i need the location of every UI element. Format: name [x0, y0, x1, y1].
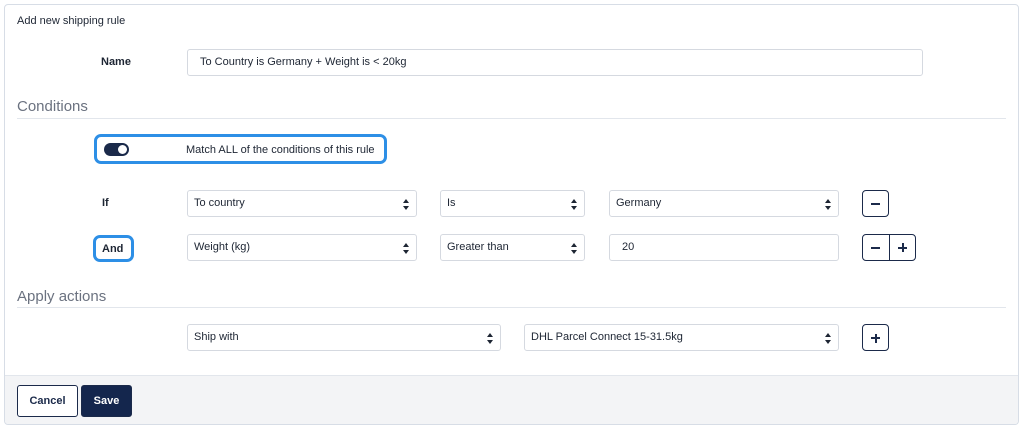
condition-value-text: Germany	[616, 197, 662, 209]
name-label: Name	[101, 56, 131, 68]
apply-actions-heading: Apply actions	[17, 288, 107, 305]
add-action-button[interactable]	[862, 324, 889, 351]
minus-icon	[871, 203, 880, 205]
match-all-toggle-container[interactable]: Match ALL of the conditions of this rule	[94, 134, 387, 164]
match-all-toggle[interactable]	[104, 143, 129, 156]
chevron-up-down-icon	[824, 199, 832, 210]
chevron-up-down-icon	[402, 199, 410, 210]
condition-button-group	[862, 234, 916, 261]
condition-operator-select[interactable]: Greater than	[440, 234, 585, 261]
save-button[interactable]: Save	[81, 385, 132, 417]
condition-field-value: To country	[194, 197, 245, 209]
match-all-label: Match ALL of the conditions of this rule	[186, 144, 375, 156]
chevron-up-down-icon	[570, 199, 578, 210]
action-select[interactable]: Ship with	[187, 324, 501, 351]
chevron-up-down-icon	[570, 243, 578, 254]
minus-icon	[871, 246, 880, 249]
action-select-value: Ship with	[194, 331, 239, 343]
cancel-button[interactable]: Cancel	[17, 385, 78, 417]
condition-value-select[interactable]: Germany	[609, 190, 839, 217]
condition-operator-value: Greater than	[447, 241, 509, 253]
condition-connector-and: And	[102, 243, 124, 255]
actions-divider	[17, 307, 1006, 308]
carrier-select[interactable]: DHL Parcel Connect 15-31.5kg	[524, 324, 839, 351]
conditions-divider	[17, 118, 1006, 119]
plus-icon-vertical	[901, 243, 904, 252]
remove-condition-button[interactable]	[863, 235, 889, 260]
carrier-select-value: DHL Parcel Connect 15-31.5kg	[531, 331, 683, 343]
chevron-up-down-icon	[824, 333, 832, 344]
condition-operator-select[interactable]: Is	[440, 190, 585, 217]
conditions-heading: Conditions	[17, 98, 88, 115]
chevron-up-down-icon	[402, 243, 410, 254]
name-input[interactable]: To Country is Germany + Weight is < 20kg	[187, 49, 923, 76]
condition-field-select[interactable]: Weight (kg)	[187, 234, 417, 261]
condition-connector-and-box[interactable]: And	[93, 235, 134, 262]
condition-value-input[interactable]: 20	[609, 234, 839, 261]
condition-operator-value: Is	[447, 197, 456, 209]
plus-icon-vertical	[874, 333, 877, 343]
condition-field-select[interactable]: To country	[187, 190, 417, 217]
add-shipping-rule-panel: Add new shipping rule Name To Country is…	[4, 4, 1019, 425]
condition-field-value: Weight (kg)	[194, 241, 251, 253]
remove-condition-button[interactable]	[862, 190, 889, 217]
chevron-up-down-icon	[486, 333, 494, 344]
add-condition-button[interactable]	[890, 235, 916, 260]
dialog-footer: Cancel Save	[5, 375, 1018, 424]
panel-title: Add new shipping rule	[17, 15, 126, 27]
condition-connector-if: If	[102, 197, 109, 209]
